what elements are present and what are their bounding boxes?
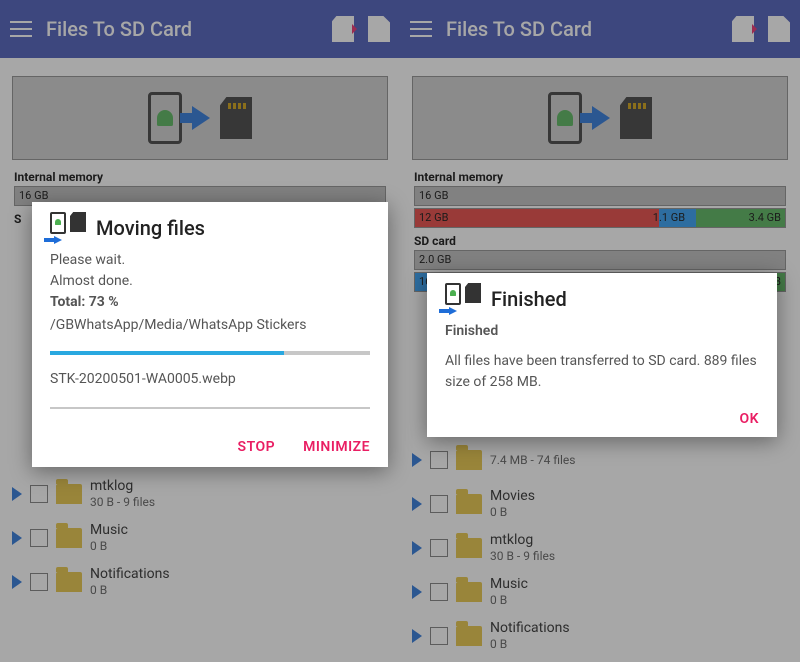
folder-icon: [456, 450, 482, 470]
chevron-right-icon: [412, 585, 422, 599]
checkbox[interactable]: [30, 529, 48, 547]
progress-fill: [50, 351, 284, 355]
chevron-right-icon: [412, 629, 422, 643]
dialog-subhead: Finished: [445, 323, 759, 339]
ok-button[interactable]: OK: [739, 411, 759, 427]
appbar: Files To SD Card: [400, 0, 800, 58]
chevron-right-icon: [12, 487, 22, 501]
internal-memory-bar[interactable]: 16 GB: [414, 186, 786, 206]
internal-total: 16 GB: [419, 189, 448, 202]
dialog-body: All files have been transferred to SD ca…: [445, 351, 759, 393]
list-item[interactable]: Notifications0 B: [6, 560, 394, 604]
chevron-right-icon: [412, 497, 422, 511]
checkbox[interactable]: [430, 627, 448, 645]
progress-bar: [50, 351, 370, 355]
list-item[interactable]: mtklog30 B - 9 files: [406, 526, 794, 570]
internal-seg2: 1.1 GB: [653, 211, 685, 224]
dialog-title: Moving files: [96, 216, 205, 240]
folder-icon: [456, 538, 482, 558]
checkbox[interactable]: [430, 583, 448, 601]
appbar: Files To SD Card: [0, 0, 400, 58]
list-item[interactable]: mtklog30 B - 9 files: [6, 472, 394, 516]
sd-total: 2.0 GB: [419, 253, 451, 266]
folder-icon: [456, 626, 482, 646]
chevron-right-icon: [412, 453, 422, 467]
divider: [50, 407, 370, 409]
transfer-illustration: [12, 76, 388, 160]
list-item[interactable]: Notifications0 B: [406, 614, 794, 658]
folder-icon: [456, 494, 482, 514]
stop-button[interactable]: STOP: [238, 439, 276, 455]
app-title: Files To SD Card: [446, 17, 718, 41]
finished-dialog: Finished Finished All files have been tr…: [427, 273, 777, 437]
internal-memory-label: Internal memory: [0, 160, 400, 186]
transfer-illustration: [412, 76, 788, 160]
folder-icon: [56, 528, 82, 548]
dialog-total: Total: 73 %: [50, 292, 370, 313]
current-file: STK-20200501-WA0005.webp: [50, 371, 370, 387]
chevron-right-icon: [12, 531, 22, 545]
minimize-button[interactable]: MINIMIZE: [303, 439, 370, 455]
checkbox[interactable]: [430, 495, 448, 513]
folder-icon: [456, 582, 482, 602]
transfer-icon: [445, 283, 481, 315]
sd-label: SD card: [400, 230, 800, 250]
internal-used-bar: 12 GB 3.4 GB 1.1 GB: [414, 208, 786, 228]
chevron-right-icon: [12, 575, 22, 589]
transfer-icon: [50, 212, 86, 244]
moving-files-dialog: Moving files Please wait. Almost done. T…: [32, 202, 388, 467]
checkbox[interactable]: [30, 573, 48, 591]
list-item[interactable]: 7.4 MB - 74 files: [406, 438, 794, 482]
checkbox[interactable]: [430, 539, 448, 557]
list-item[interactable]: Music0 B: [6, 516, 394, 560]
file-list: 7.4 MB - 74 files Movies0 B mtklog30 B -…: [400, 434, 800, 662]
dialog-almost: Almost done.: [50, 271, 370, 292]
internal-used: 12 GB: [419, 211, 448, 224]
document-icon[interactable]: [768, 16, 790, 42]
document-icon[interactable]: [368, 16, 390, 42]
internal-seg3: 3.4 GB: [749, 211, 781, 224]
menu-icon[interactable]: [10, 21, 32, 37]
chevron-right-icon: [412, 541, 422, 555]
checkbox[interactable]: [30, 485, 48, 503]
file-list: mtklog30 B - 9 files Music0 B Notificati…: [0, 468, 400, 608]
dialog-path: /GBWhatsApp/Media/WhatsApp Stickers: [50, 317, 370, 333]
list-item[interactable]: Music0 B: [406, 570, 794, 614]
app-title: Files To SD Card: [46, 17, 318, 41]
dialog-wait: Please wait.: [50, 250, 370, 271]
checkbox[interactable]: [430, 451, 448, 469]
list-item[interactable]: Movies0 B: [406, 482, 794, 526]
sd-total-bar[interactable]: 2.0 GB: [414, 250, 786, 270]
folder-icon: [56, 484, 82, 504]
sd-transfer-icon[interactable]: [332, 16, 354, 42]
dialog-title: Finished: [491, 287, 567, 311]
menu-icon[interactable]: [410, 21, 432, 37]
internal-memory-label: Internal memory: [400, 160, 800, 186]
internal-total: 16 GB: [19, 189, 48, 202]
sd-transfer-icon[interactable]: [732, 16, 754, 42]
folder-icon: [56, 572, 82, 592]
